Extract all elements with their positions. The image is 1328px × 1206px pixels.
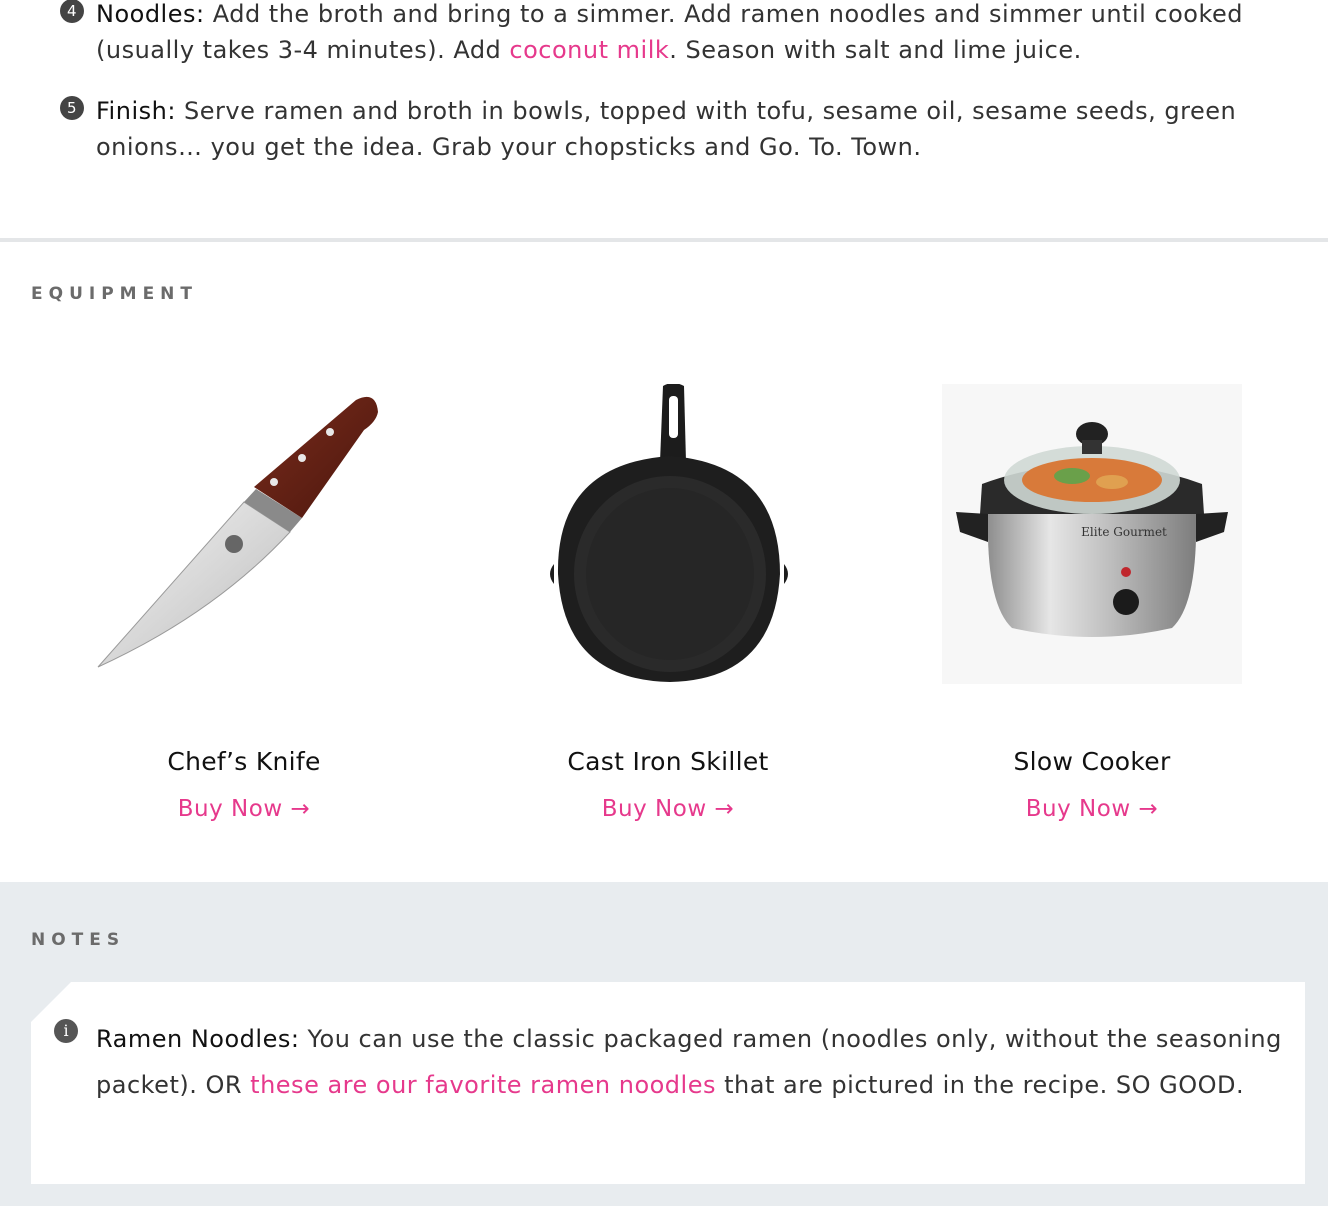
equipment-item-knife: Chef’s Knife Buy Now →: [94, 384, 394, 824]
equipment-heading: EQUIPMENT: [31, 284, 199, 304]
info-icon: i: [54, 1019, 78, 1043]
step-4: 4 Noodles: Add the broth and bring to a …: [60, 0, 1286, 68]
step-5: 5 Finish: Serve ramen and broth in bowls…: [60, 93, 1286, 165]
chefs-knife-image[interactable]: [94, 384, 394, 684]
section-divider: [0, 238, 1328, 242]
coconut-milk-link[interactable]: coconut milk: [509, 36, 669, 64]
note-card-fold: [31, 982, 71, 1022]
step-text: Serve ramen and broth in bowls, topped w…: [96, 97, 1237, 161]
equipment-name: Chef’s Knife: [167, 747, 321, 776]
svg-text:Elite Gourmet: Elite Gourmet: [1081, 525, 1167, 539]
buy-now-link-slow-cooker[interactable]: Buy Now →: [942, 796, 1242, 822]
step-number-badge: 4: [60, 0, 84, 23]
step-title: Finish:: [96, 97, 176, 125]
equipment-name: Cast Iron Skillet: [567, 747, 769, 776]
favorite-ramen-noodles-link[interactable]: these are our favorite ramen noodles: [250, 1071, 716, 1099]
buy-now-link-skillet[interactable]: Buy Now →: [518, 796, 818, 822]
equipment-name: Slow Cooker: [1013, 747, 1171, 776]
step-number-badge: 5: [60, 96, 84, 120]
note-title: Ramen Noodles:: [96, 1025, 300, 1053]
cast-iron-skillet-image[interactable]: [518, 384, 818, 684]
equipment-item-slow-cooker: Elite Gourmet Slow Cooker Buy Now →: [942, 384, 1242, 824]
buy-now-link-knife[interactable]: Buy Now →: [94, 796, 394, 822]
note-body-end: that are pictured in the recipe. SO GOOD…: [715, 1071, 1245, 1099]
note-text: Ramen Noodles: You can use the classic p…: [96, 1016, 1286, 1108]
slow-cooker-image[interactable]: Elite Gourmet: [942, 384, 1242, 684]
equipment-item-skillet: Cast Iron Skillet Buy Now →: [518, 384, 818, 824]
step-text-end: . Season with salt and lime juice.: [669, 36, 1082, 64]
notes-heading: NOTES: [31, 930, 126, 950]
step-title: Noodles:: [96, 0, 205, 28]
